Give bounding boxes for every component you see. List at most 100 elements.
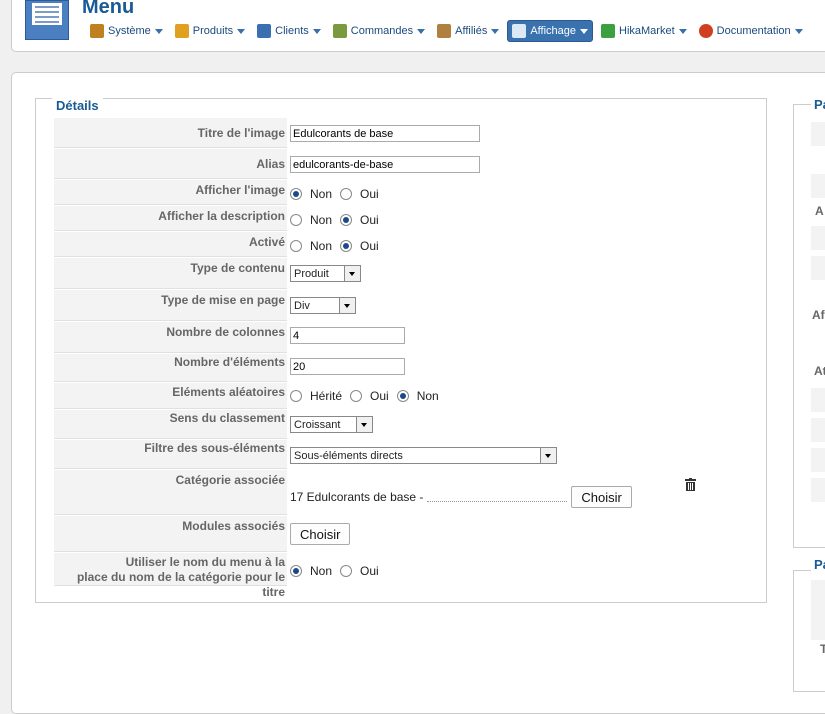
nav-label: Documentation: [716, 25, 791, 37]
type-contenu-select[interactable]: Produit: [290, 265, 361, 282]
right-row: [811, 148, 825, 172]
filtre-label: Filtre des sous-éléments: [54, 440, 287, 469]
filtre-select[interactable]: Sous-éléments directs: [290, 447, 557, 464]
titre-input[interactable]: [290, 125, 480, 142]
right-legend-2: Pa: [811, 557, 825, 572]
caret-down-icon: [678, 28, 687, 34]
right-label: A: [815, 204, 824, 218]
nav-affilies[interactable]: Affiliés: [433, 21, 503, 41]
radio-label: Oui: [360, 239, 379, 253]
caret-down-icon: [154, 28, 163, 34]
right-row: [811, 448, 825, 472]
categorie-label: Catégorie associée: [54, 470, 287, 515]
active-non-radio[interactable]: [290, 240, 302, 252]
radio-label: Non: [310, 564, 333, 578]
caret-down-icon: [417, 28, 426, 34]
select-value: Produit: [294, 267, 329, 280]
hikamarket-icon: [601, 24, 616, 38]
select-value: Sous-éléments directs: [294, 449, 403, 462]
caret-down-icon: [580, 28, 589, 34]
afficher-image-oui-radio[interactable]: [340, 188, 353, 200]
right-label: At: [814, 364, 825, 378]
sens-select[interactable]: Croissant: [290, 416, 373, 433]
nb-elements-input[interactable]: [290, 358, 405, 375]
right-row: [811, 580, 825, 640]
nav-label: Affiliés: [455, 25, 488, 37]
categorie-value: 17 Edulcorants de base -: [290, 490, 424, 504]
right-row: [811, 418, 825, 442]
tools-icon: [90, 24, 104, 38]
aleatoires-label: Eléments aléatoires: [54, 383, 287, 409]
modules-choisir-button[interactable]: Choisir: [290, 523, 351, 545]
main-nav: Système Produits Clients Commandes Affil…: [86, 20, 811, 42]
lifebuoy-icon: [698, 24, 713, 38]
right-label: T: [820, 642, 825, 656]
utiliser-nom-non-radio[interactable]: [290, 565, 302, 577]
dropdown-arrow-icon: [540, 448, 556, 463]
details-legend: Détails: [52, 98, 103, 113]
type-mise-label: Type de mise en page: [54, 290, 287, 321]
users-icon: [257, 24, 272, 38]
type-contenu-label: Type de contenu: [54, 258, 287, 289]
right-row: [811, 174, 825, 198]
nav-systeme[interactable]: Système: [86, 21, 167, 41]
utiliser-nom-label: Utiliser le nom du menu à la place du no…: [54, 553, 287, 599]
nb-colonnes-input[interactable]: [290, 327, 405, 344]
aleatoires-herite-radio[interactable]: [290, 390, 302, 402]
afficher-description-non-radio[interactable]: [290, 214, 302, 226]
sens-label: Sens du classement: [54, 410, 287, 439]
dropdown-arrow-icon: [344, 266, 360, 281]
afficher-description-oui-radio[interactable]: [340, 214, 353, 226]
type-mise-select[interactable]: Div: [290, 297, 356, 314]
nav-documentation[interactable]: Documentation: [695, 21, 807, 41]
radio-label: Oui: [360, 564, 379, 578]
right-row: [811, 226, 825, 250]
caret-down-icon: [794, 28, 803, 34]
utiliser-nom-label-line1: Utiliser le nom du menu à la: [125, 555, 285, 569]
nav-produits[interactable]: Produits: [171, 21, 249, 41]
nav-label: Commandes: [350, 25, 414, 37]
nav-hikamarket[interactable]: HikaMarket: [597, 21, 691, 41]
categorie-path-obscured: [427, 500, 568, 502]
titre-label: Titre de l'image: [54, 118, 287, 148]
modules-label: Modules associés: [54, 516, 287, 552]
select-value: Croissant: [294, 418, 341, 431]
caret-down-icon: [491, 28, 500, 34]
radio-label: Oui: [360, 187, 379, 201]
nav-affichage[interactable]: Affichage: [507, 20, 594, 42]
nb-colonnes-label: Nombre de colonnes: [54, 322, 287, 353]
right-legend: Pa: [811, 97, 825, 112]
utiliser-nom-label-line2: place du nom de la catégorie pour le tit…: [76, 570, 285, 599]
aleatoires-oui-radio[interactable]: [350, 390, 363, 402]
afficher-image-non-radio[interactable]: [290, 188, 302, 200]
afficher-image-label: Afficher l'image: [54, 180, 287, 205]
alias-label: Alias: [54, 149, 287, 179]
radio-label: Oui: [360, 213, 379, 227]
radio-label: Hérité: [310, 389, 343, 403]
nav-label: Clients: [275, 25, 309, 37]
affiliates-icon: [437, 24, 452, 38]
utiliser-nom-oui-radio[interactable]: [340, 565, 353, 577]
page-title: Menu: [82, 0, 135, 18]
active-label: Activé: [54, 232, 287, 257]
alias-input[interactable]: [290, 156, 480, 173]
nb-elements-label: Nombre d'éléments: [54, 354, 287, 382]
active-oui-radio[interactable]: [340, 240, 353, 252]
select-value: Div: [294, 299, 310, 312]
nav-clients[interactable]: Clients: [253, 21, 325, 41]
right-row: [811, 478, 825, 502]
nav-commandes[interactable]: Commandes: [329, 21, 429, 41]
dropdown-arrow-icon: [356, 417, 372, 432]
categorie-choisir-button[interactable]: Choisir: [571, 486, 632, 508]
nav-label: HikaMarket: [619, 25, 675, 37]
afficher-description-label: Afficher la description: [54, 206, 287, 231]
caret-down-icon: [237, 28, 246, 34]
trash-icon[interactable]: [685, 478, 696, 491]
nav-label: Produits: [192, 25, 234, 37]
aleatoires-non-radio[interactable]: [396, 390, 409, 402]
radio-label: Non: [310, 213, 333, 227]
nav-label: Affichage: [530, 25, 577, 37]
dropdown-arrow-icon: [339, 298, 355, 313]
radio-label: Non: [416, 389, 439, 403]
caret-down-icon: [312, 28, 321, 34]
